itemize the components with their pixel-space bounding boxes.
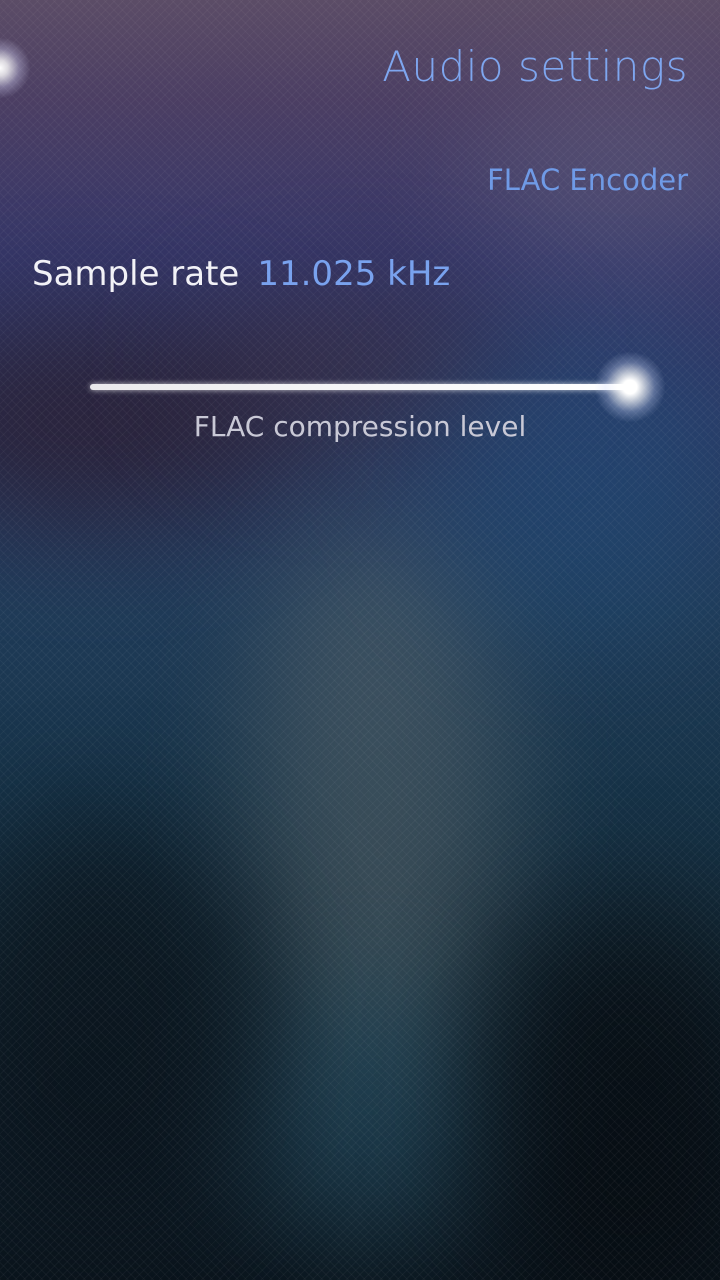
page-title: Audio settings [382, 42, 688, 91]
flac-compression-slider[interactable]: FLAC compression level [60, 350, 665, 460]
audio-settings-page: Audio settings FLAC Encoder Sample rate … [0, 0, 720, 1280]
sample-rate-label: Sample rate [32, 254, 240, 294]
slider-label: FLAC compression level [193, 410, 527, 443]
section-header: FLAC Encoder [487, 163, 688, 197]
slider-track[interactable] [90, 384, 630, 390]
sample-rate-combo-box[interactable]: Sample rate 11.025 kHz [32, 254, 450, 302]
slider-fill [90, 384, 630, 390]
sample-rate-value: 11.025 kHz [257, 254, 451, 294]
